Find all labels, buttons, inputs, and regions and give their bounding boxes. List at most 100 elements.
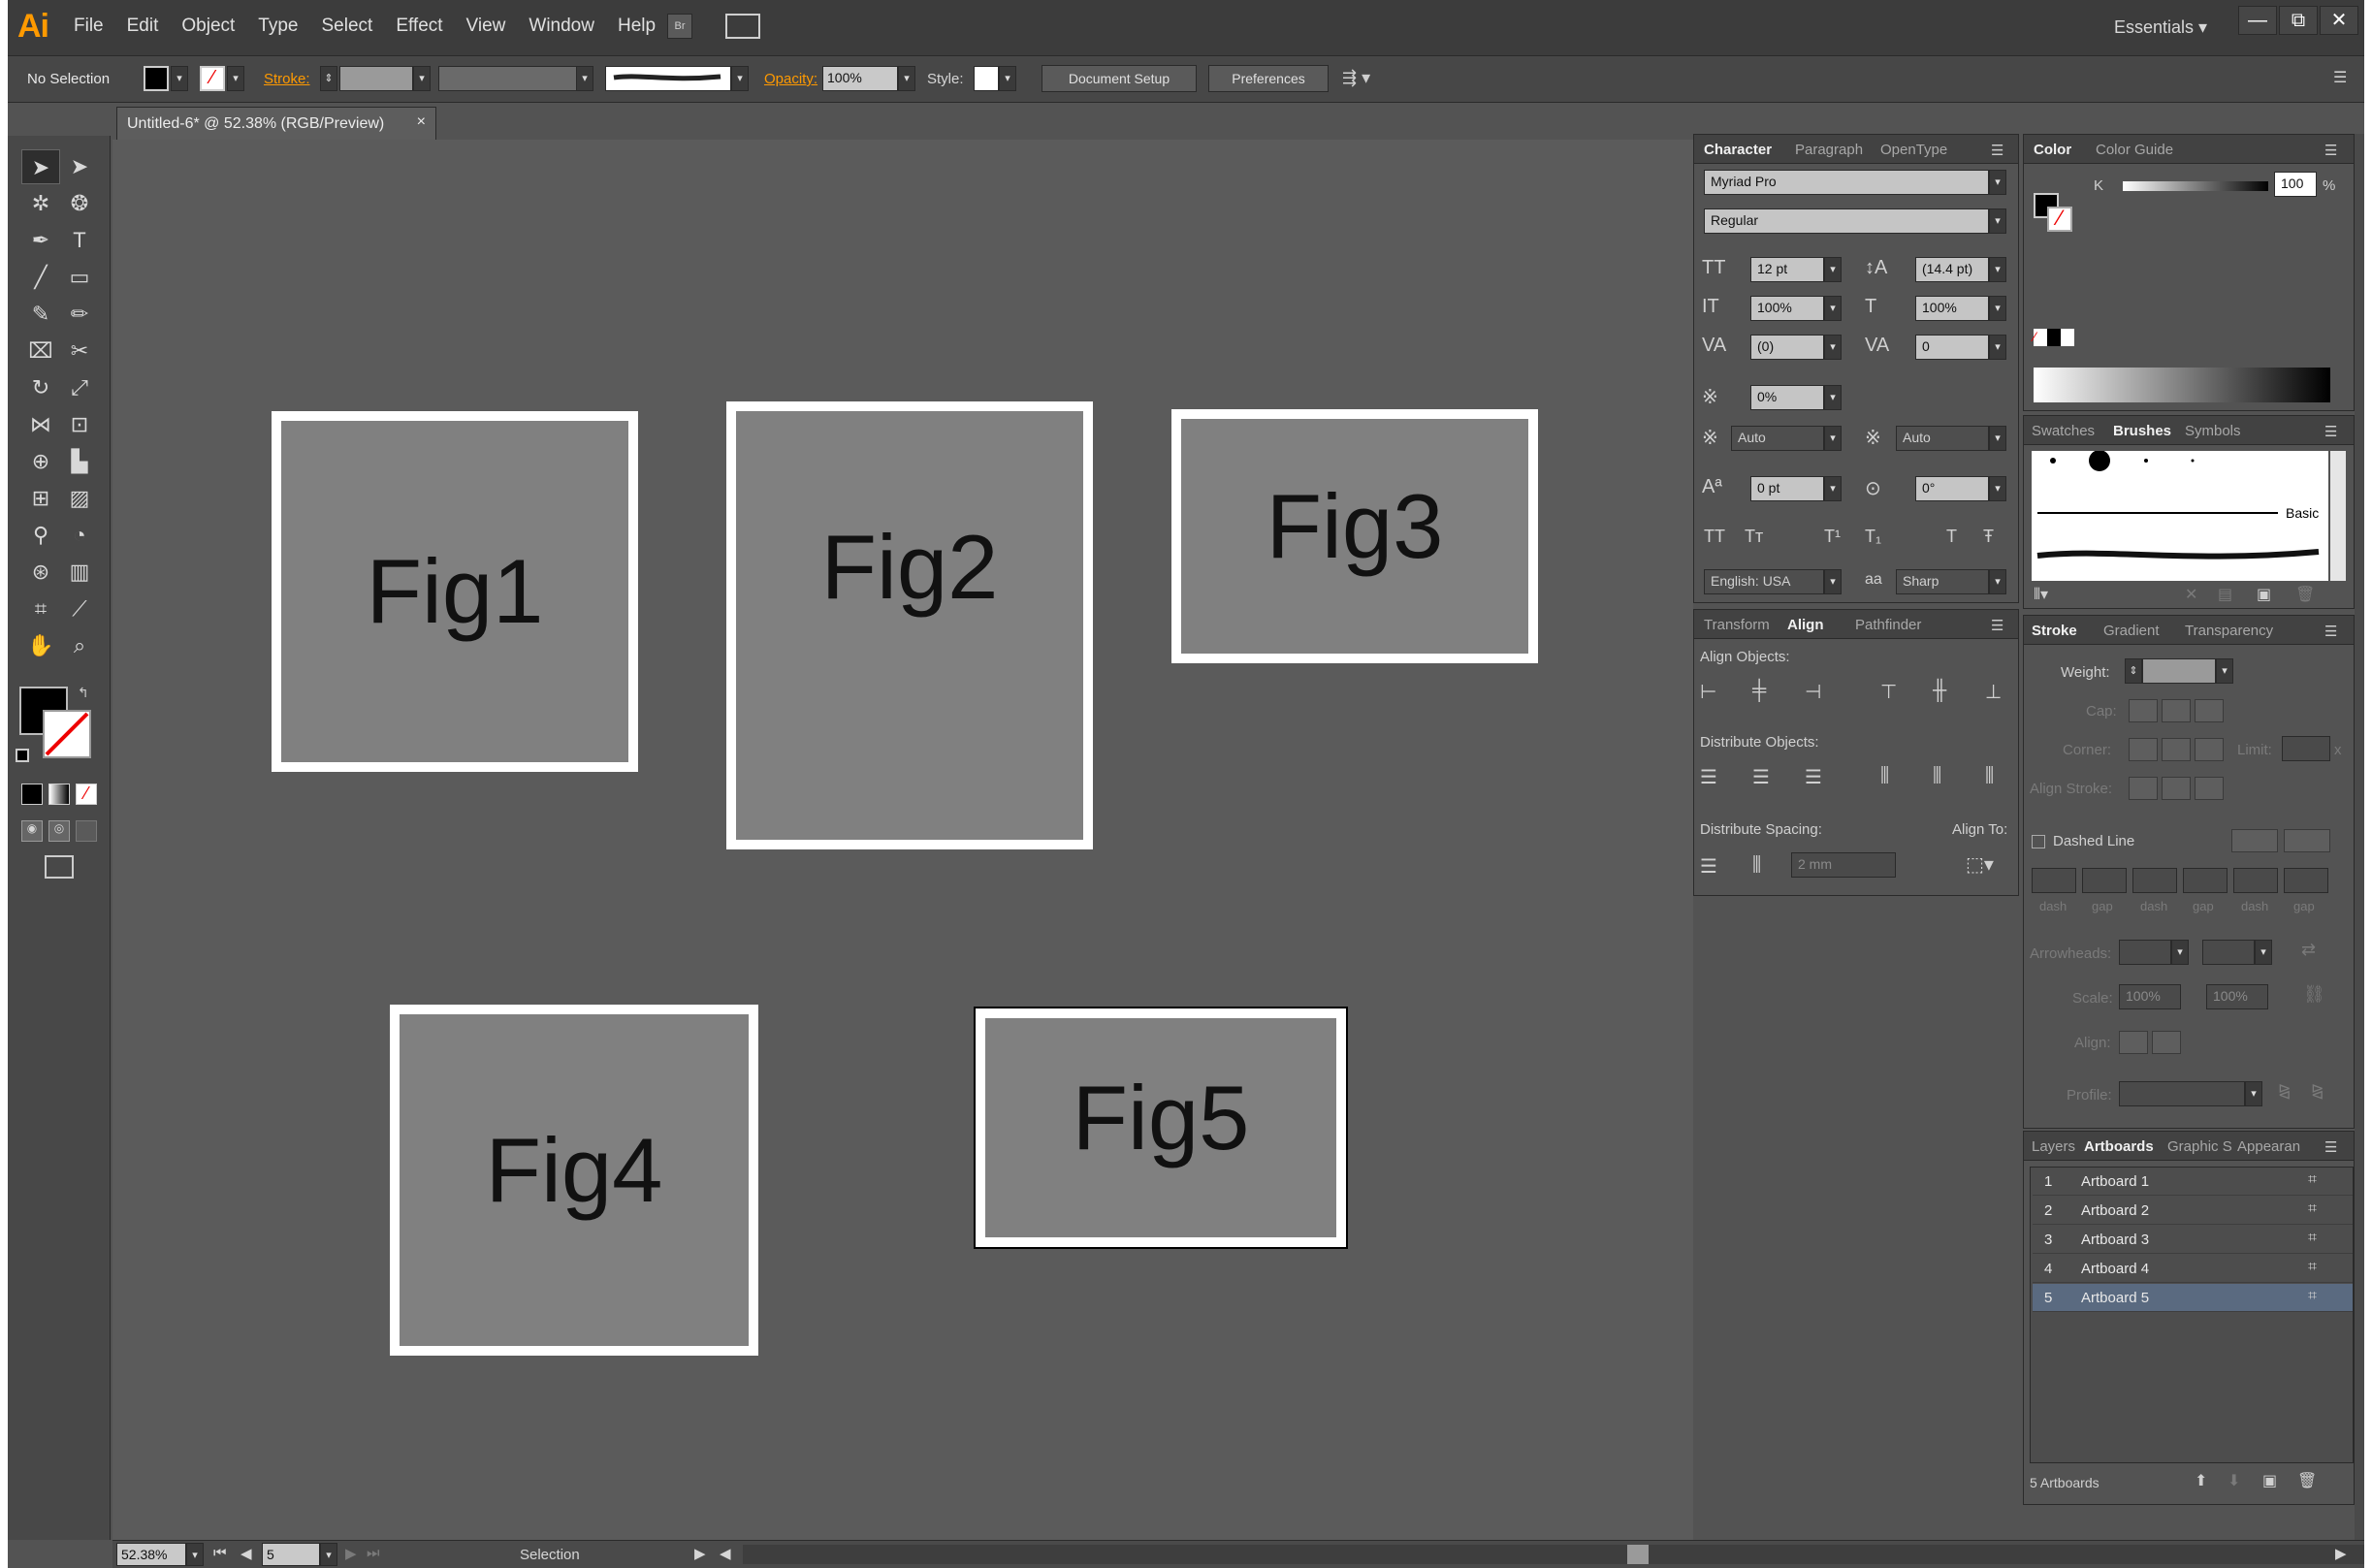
artboard-fig3[interactable]: Fig3 bbox=[1171, 409, 1538, 663]
symbol-sprayer-tool-icon[interactable]: ⊛ bbox=[21, 555, 60, 590]
color-spectrum-bar[interactable] bbox=[2034, 368, 2330, 402]
arrow-tip-beyond-icon[interactable] bbox=[2119, 1031, 2148, 1054]
tab-transparency[interactable]: Transparency bbox=[2185, 623, 2273, 639]
tab-color-guide[interactable]: Color Guide bbox=[2096, 142, 2173, 158]
vertical-align-top-icon[interactable]: ⊤ bbox=[1880, 680, 1897, 704]
align-stroke-inside-icon[interactable] bbox=[2162, 777, 2191, 800]
document-tab[interactable]: Untitled-6* @ 52.38% (RGB/Preview) × bbox=[116, 107, 436, 140]
character-rotation-field[interactable]: 0° bbox=[1915, 476, 1989, 501]
aki-left-field[interactable]: Auto bbox=[1731, 426, 1824, 451]
aki-right-field[interactable]: Auto bbox=[1896, 426, 1989, 451]
tab-appearance[interactable]: Appearan bbox=[2237, 1138, 2300, 1155]
horizontal-distribute-space-icon[interactable]: ⫼ bbox=[1752, 854, 1761, 877]
horizontal-align-center-icon[interactable]: ╪ bbox=[1752, 680, 1766, 702]
menu-object[interactable]: Object bbox=[181, 16, 235, 37]
stroke-color-box[interactable] bbox=[43, 710, 91, 758]
next-artboard-icon[interactable]: ▶ bbox=[345, 1545, 357, 1562]
arrange-icon[interactable]: ⇶ ▾ bbox=[1342, 68, 1370, 88]
scale-tool-icon[interactable]: ⤢ bbox=[60, 370, 99, 405]
artboard-options-icon[interactable]: ⌗ bbox=[2308, 1288, 2317, 1305]
baseline-shift-field[interactable]: 0 pt bbox=[1750, 476, 1824, 501]
delete-brush-icon[interactable]: 🗑 bbox=[2295, 585, 2315, 604]
profile-dropdown[interactable]: ▾ bbox=[576, 66, 593, 91]
miter-join-icon[interactable] bbox=[2129, 738, 2158, 761]
pen-tool-icon[interactable]: ✒ bbox=[21, 223, 60, 258]
artboard-navigation-field[interactable]: 5 bbox=[262, 1543, 320, 1566]
panel-menu-icon[interactable]: ☰ bbox=[1991, 142, 2003, 159]
vertical-distribute-center-icon[interactable]: ☰ bbox=[1752, 765, 1770, 789]
menu-window[interactable]: Window bbox=[529, 16, 594, 37]
vertical-distribute-top-icon[interactable]: ☰ bbox=[1700, 765, 1717, 789]
start-arrowhead-field[interactable] bbox=[2119, 940, 2171, 965]
artboard-options-icon[interactable]: ⌗ bbox=[2308, 1171, 2317, 1189]
artboard-row-selected[interactable]: 5 Artboard 5 ⌗ bbox=[2033, 1284, 2353, 1312]
type-tool-icon[interactable]: T bbox=[60, 223, 99, 258]
swap-fill-stroke-icon[interactable]: ↰ bbox=[78, 685, 89, 701]
move-up-icon[interactable]: ⬆ bbox=[2195, 1471, 2207, 1490]
kerning-field[interactable]: (0) bbox=[1750, 335, 1824, 360]
artboard-options-icon[interactable]: ⌗ bbox=[2308, 1230, 2317, 1247]
anti-aliasing-dropdown[interactable]: ▾ bbox=[1989, 569, 2006, 594]
tab-pathfinder[interactable]: Pathfinder bbox=[1855, 617, 1921, 633]
bevel-join-icon[interactable] bbox=[2195, 738, 2224, 761]
new-brush-icon[interactable]: ▣ bbox=[2257, 585, 2271, 604]
artboard-fig5[interactable]: Fig5 bbox=[974, 1007, 1348, 1249]
horizontal-distribute-left-icon[interactable]: ⫼ bbox=[1880, 765, 1889, 787]
scissors-tool-icon[interactable]: ✂ bbox=[60, 334, 99, 368]
stroke-weight-dropdown[interactable]: ▾ bbox=[413, 66, 431, 91]
character-rotation-dropdown[interactable]: ▾ bbox=[1989, 476, 2006, 501]
horizontal-align-right-icon[interactable]: ⊣ bbox=[1805, 680, 1821, 704]
zoom-tool-icon[interactable]: ⌕ bbox=[60, 628, 99, 663]
zoom-field[interactable]: 52.38% bbox=[116, 1543, 186, 1566]
draw-inside-icon[interactable] bbox=[76, 820, 97, 842]
menu-effect[interactable]: Effect bbox=[396, 16, 442, 37]
scroll-left-icon[interactable]: ◀ bbox=[720, 1545, 731, 1562]
opacity-field[interactable]: 100% bbox=[822, 66, 898, 91]
vertical-scale-field[interactable]: 100% bbox=[1750, 296, 1824, 321]
canvas-area[interactable]: Fig1 Fig2 Fig3 Fig4 Fig5 bbox=[112, 140, 1693, 1540]
leading-field[interactable]: (14.4 pt) bbox=[1915, 257, 1989, 282]
rotate-tool-icon[interactable]: ↻ bbox=[21, 370, 60, 405]
horizontal-scale-field[interactable]: 100% bbox=[1915, 296, 1989, 321]
panel-menu-icon[interactable]: ☰ bbox=[2324, 142, 2337, 159]
link-scale-icon[interactable]: ⛓ bbox=[2303, 984, 2325, 1005]
dash-field-2[interactable] bbox=[2132, 868, 2177, 893]
artboard-tool-icon[interactable]: ⌗ bbox=[21, 592, 60, 626]
projecting-cap-icon[interactable] bbox=[2195, 699, 2224, 722]
tracking-field[interactable]: 0 bbox=[1915, 335, 1989, 360]
end-scale-field[interactable]: 100% bbox=[2206, 984, 2268, 1009]
kerning-dropdown[interactable]: ▾ bbox=[1824, 335, 1842, 360]
round-join-icon[interactable] bbox=[2162, 738, 2191, 761]
horizontal-scale-dropdown[interactable]: ▾ bbox=[1989, 296, 2006, 321]
selection-tool-icon[interactable]: ➤ bbox=[21, 149, 60, 184]
artboard-options-icon[interactable]: ⌗ bbox=[2308, 1259, 2317, 1276]
tab-color[interactable]: Color bbox=[2034, 142, 2071, 158]
end-arrowhead-dropdown[interactable]: ▾ bbox=[2255, 940, 2272, 965]
mesh-tool-icon[interactable]: ⊞ bbox=[21, 481, 60, 516]
direct-selection-tool-icon[interactable]: ➤ bbox=[60, 149, 99, 184]
width-tool-icon[interactable]: ⋈ bbox=[21, 407, 60, 442]
panel-menu-icon[interactable]: ☰ bbox=[1991, 617, 2003, 634]
paintbrush-tool-icon[interactable]: ✎ bbox=[21, 297, 60, 332]
gradient-mode-icon[interactable] bbox=[48, 784, 70, 805]
vertical-distribute-bottom-icon[interactable]: ☰ bbox=[1805, 765, 1822, 789]
profile-field[interactable] bbox=[2119, 1081, 2245, 1106]
distribute-spacing-field[interactable]: 2 mm bbox=[1791, 852, 1896, 878]
profile-dropdown[interactable]: ▾ bbox=[2245, 1081, 2262, 1106]
status-menu-icon[interactable]: ▶ bbox=[694, 1545, 706, 1562]
font-size-dropdown[interactable]: ▾ bbox=[1824, 257, 1842, 282]
control-panel-menu-icon[interactable]: ☰ bbox=[2333, 68, 2347, 87]
align-stroke-outside-icon[interactable] bbox=[2195, 777, 2224, 800]
gap-field-3[interactable] bbox=[2284, 868, 2328, 893]
flip-along-icon[interactable]: ⧎ bbox=[2278, 1081, 2291, 1101]
stroke-label[interactable]: Stroke: bbox=[264, 71, 310, 87]
horizontal-align-left-icon[interactable]: ⊢ bbox=[1700, 680, 1716, 704]
menu-edit[interactable]: Edit bbox=[127, 16, 159, 37]
menu-help[interactable]: Help bbox=[618, 16, 656, 37]
tab-graphic-styles[interactable]: Graphic S bbox=[2167, 1138, 2232, 1155]
last-artboard-icon[interactable]: ⏭ bbox=[367, 1545, 380, 1561]
horizontal-scroll-thumb[interactable] bbox=[1627, 1545, 1649, 1564]
artboard-fig2[interactable]: Fig2 bbox=[726, 401, 1093, 849]
align-dash-icon[interactable] bbox=[2284, 829, 2330, 852]
arrange-documents-icon[interactable] bbox=[725, 14, 760, 39]
